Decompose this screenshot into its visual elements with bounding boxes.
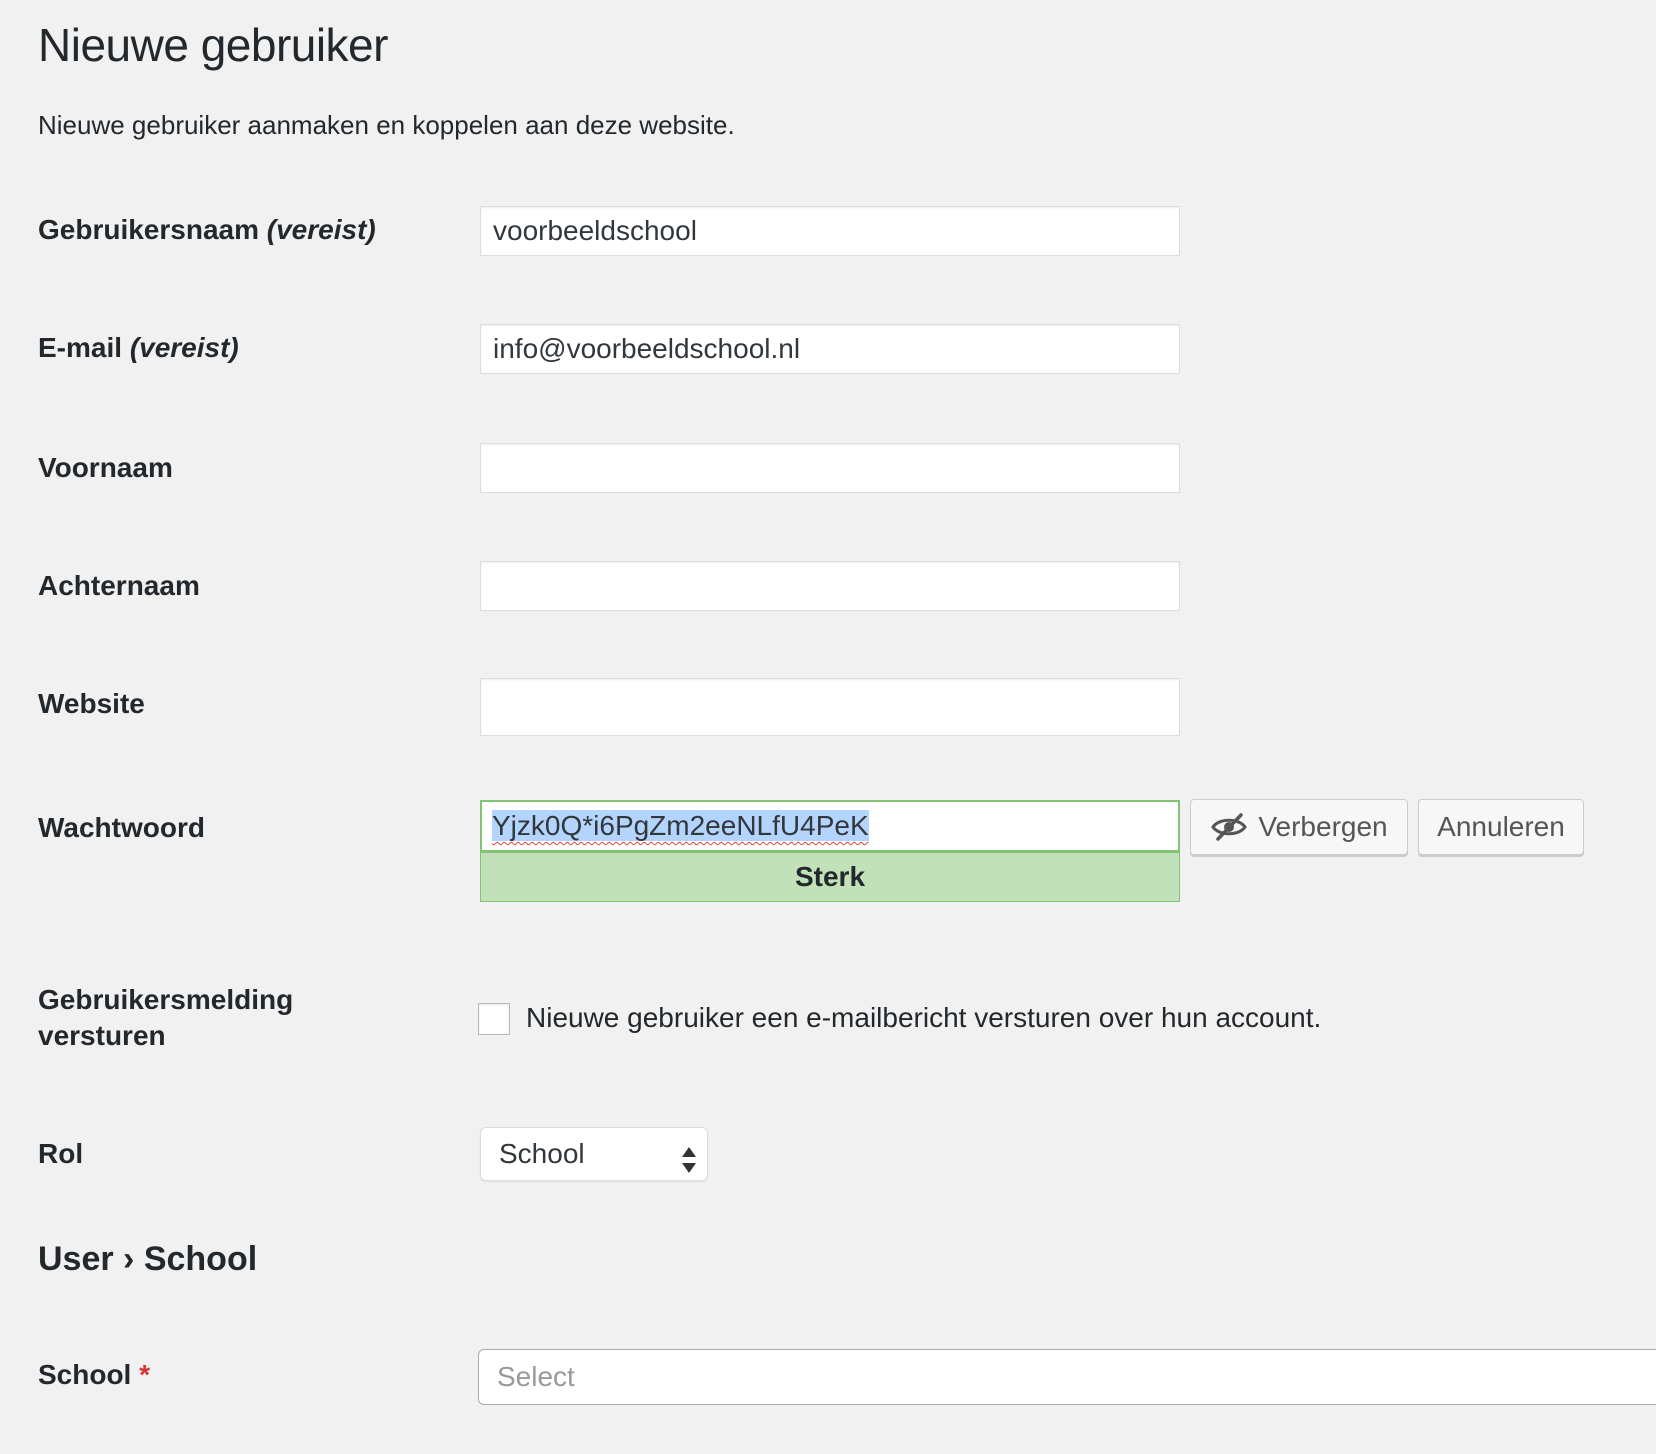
school-select-placeholder: Select [497, 1361, 575, 1392]
school-label: School * [38, 1357, 150, 1393]
password-input[interactable]: Yjzk0Q*i6PgZm2eeNLfU4PeK [480, 800, 1180, 852]
username-label-text: Gebruikersnaam [38, 214, 259, 245]
website-label: Website [38, 688, 145, 719]
last-name-label: Achternaam [38, 570, 200, 601]
username-label: Gebruikersnaam (vereist) [38, 212, 376, 248]
email-input[interactable] [480, 324, 1180, 374]
hide-password-label: Verbergen [1258, 811, 1388, 842]
notify-label-line1: Gebruikersmelding [38, 984, 294, 1015]
role-selected-value: School [499, 1138, 585, 1169]
cancel-password-label: Annuleren [1437, 811, 1565, 842]
first-name-label: Voornaam [38, 452, 173, 483]
notify-checkbox[interactable] [478, 1003, 510, 1035]
school-label-text: School [38, 1359, 132, 1390]
last-name-input[interactable] [480, 561, 1180, 611]
password-label: Wachtwoord [38, 812, 205, 843]
email-label: E-mail (vereist) [38, 330, 239, 366]
password-group: Yjzk0Q*i6PgZm2eeNLfU4PeK Sterk [480, 800, 1180, 902]
email-label-text: E-mail [38, 332, 123, 363]
username-input[interactable] [480, 206, 1180, 256]
email-required-text: (vereist) [129, 332, 239, 363]
school-select[interactable]: Select [478, 1349, 1656, 1405]
notify-label-line2: versturen [38, 1020, 166, 1051]
password-strength-meter: Sterk [480, 852, 1180, 902]
first-name-input[interactable] [480, 443, 1180, 493]
hide-password-button[interactable]: Verbergen [1190, 799, 1408, 855]
notify-checkbox-label[interactable]: Nieuwe gebruiker een e-mailbericht verst… [526, 1000, 1321, 1036]
sort-arrows-icon [681, 1140, 697, 1192]
cancel-password-button[interactable]: Annuleren [1418, 799, 1584, 855]
username-required-text: (vereist) [266, 214, 376, 245]
notify-label: Gebruikersmelding versturen [38, 982, 293, 1054]
add-user-page: Nieuwe gebruiker Nieuwe gebruiker aanmak… [0, 0, 1656, 1454]
website-input[interactable] [480, 678, 1180, 736]
page-title: Nieuwe gebruiker [38, 19, 388, 71]
required-star: * [139, 1359, 151, 1390]
role-select[interactable]: School [480, 1127, 708, 1181]
eye-slash-icon [1210, 812, 1248, 842]
role-label: Rol [38, 1138, 84, 1169]
page-intro: Nieuwe gebruiker aanmaken en koppelen aa… [38, 110, 735, 140]
user-school-section-title: User › School [38, 1240, 258, 1278]
password-value: Yjzk0Q*i6PgZm2eeNLfU4PeK [492, 810, 869, 841]
